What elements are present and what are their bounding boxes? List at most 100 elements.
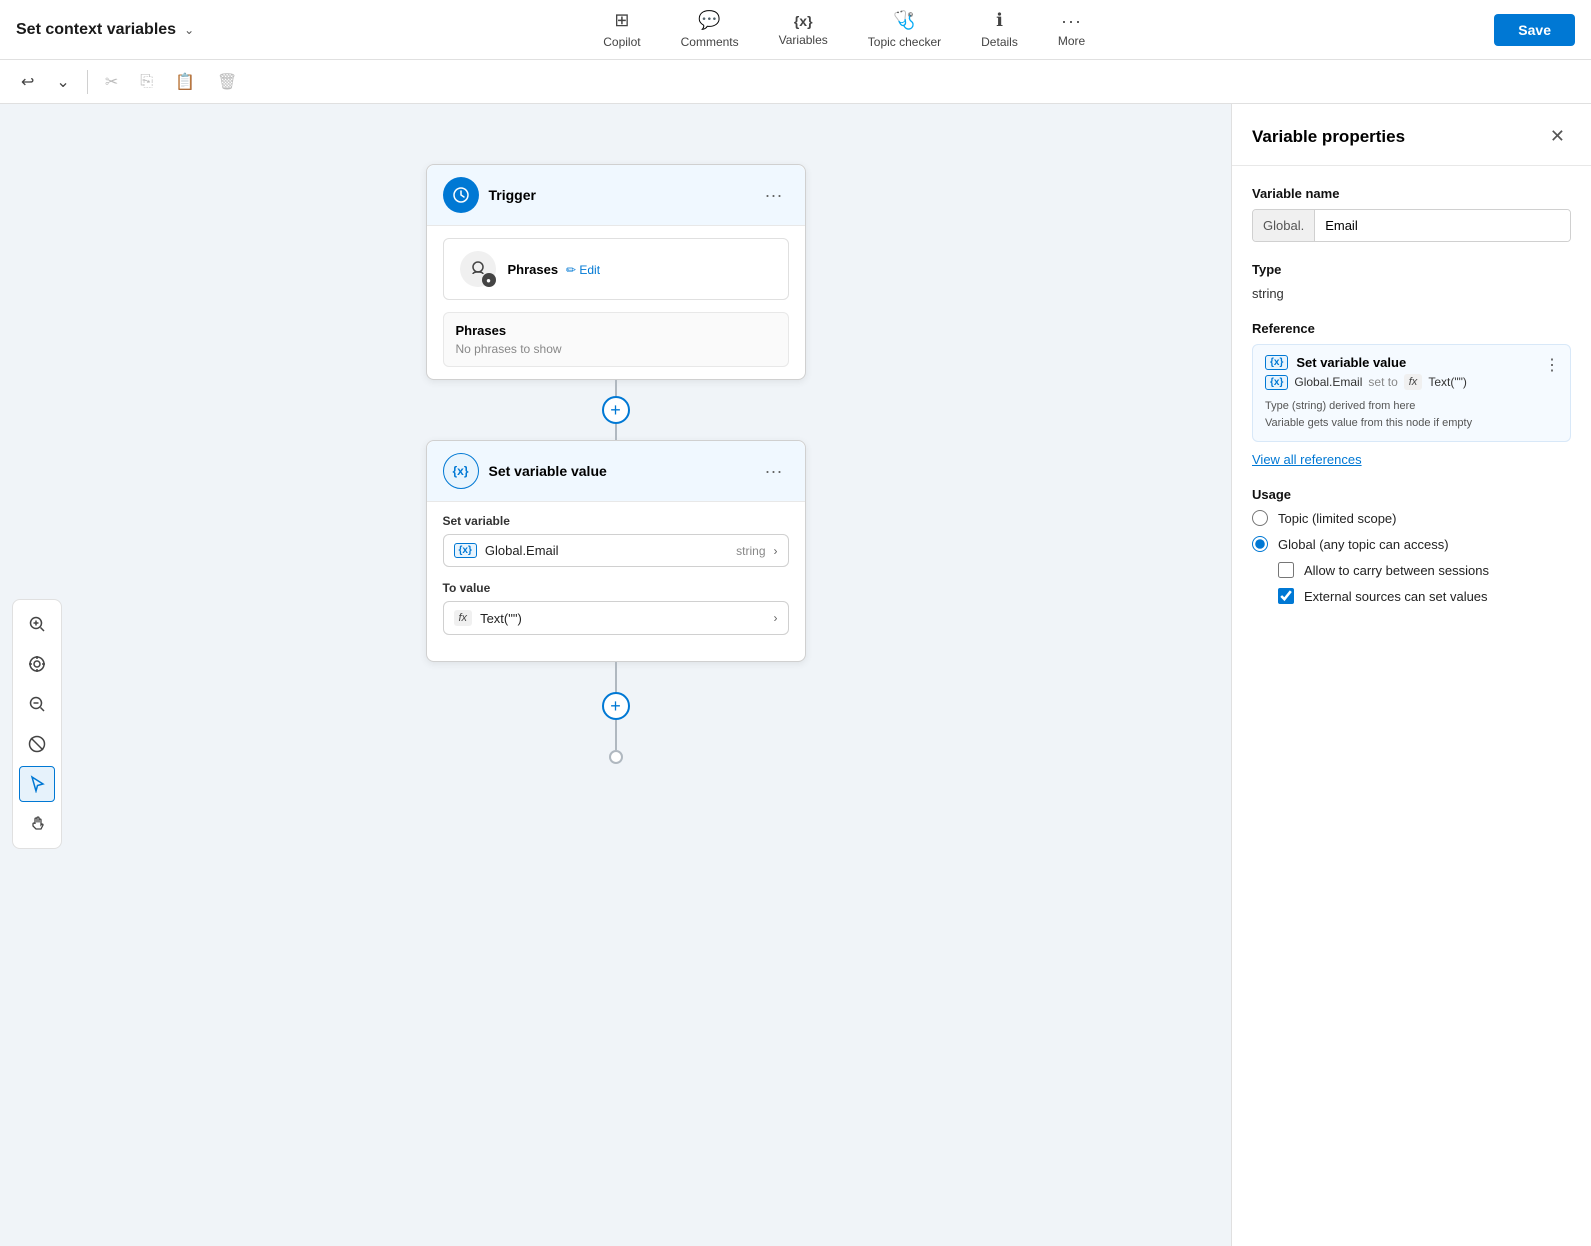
center-button[interactable]: [19, 646, 55, 682]
reference-box: {x} Set variable value ⋮ {x} Global.Emai…: [1252, 344, 1571, 442]
delete-button[interactable]: 🗑: [208, 67, 246, 97]
ref-row: {x} Set variable value ⋮: [1265, 355, 1558, 370]
nav-more-label: More: [1058, 34, 1085, 48]
set-variable-field[interactable]: {x} Global.Email string ›: [443, 534, 789, 567]
edit-link[interactable]: ✏ Edit: [566, 263, 600, 277]
phrases-badge: ●: [482, 273, 496, 287]
to-value-arrow-icon: ›: [774, 611, 778, 625]
var-type-text: string: [736, 544, 765, 558]
canvas: Trigger ··· ● Phrases ✏ Edit: [0, 104, 1231, 1246]
external-checkbox[interactable]: [1278, 588, 1294, 604]
var-name-field-label: Variable name: [1252, 186, 1571, 201]
ref-title: Set variable value: [1296, 355, 1406, 370]
flow-end-circle: [609, 750, 623, 764]
panel-title: Variable properties: [1252, 127, 1405, 147]
usage-label: Usage: [1252, 487, 1571, 502]
ref-note: Type (string) derived from here Variable…: [1265, 398, 1558, 431]
trigger-node: Trigger ··· ● Phrases ✏ Edit: [426, 164, 806, 380]
close-icon: ✕: [1550, 126, 1565, 146]
ref-menu-button[interactable]: ⋮: [1544, 355, 1560, 375]
set-var-body: Set variable {x} Global.Email string › T…: [427, 502, 805, 661]
set-var-header: {x} Set variable value ···: [427, 441, 805, 502]
toolbar: ↩ ⌄ ✂ ⎘ 📋 🗑: [0, 60, 1591, 104]
add-node-button-2[interactable]: +: [602, 692, 630, 720]
nav-copilot-label: Copilot: [603, 35, 640, 49]
set-var-icon: {x}: [443, 453, 479, 489]
to-value-field[interactable]: fx Text("") ›: [443, 601, 789, 635]
global-radio-label: Global (any topic can access): [1278, 537, 1449, 552]
var-name-row: Global.: [1252, 209, 1571, 242]
zoom-in-button[interactable]: [19, 606, 55, 642]
nav-copilot[interactable]: ⊞ Copilot: [599, 2, 644, 57]
phrases-section-title: Phrases: [456, 323, 776, 338]
usage-group: Usage Topic (limited scope) Global (any …: [1252, 487, 1571, 604]
phrases-block: ● Phrases ✏ Edit: [443, 238, 789, 300]
phrases-info: Phrases ✏ Edit: [508, 261, 601, 277]
title-chevron-icon[interactable]: ⌄: [184, 23, 194, 37]
nav-comments[interactable]: 💬 Comments: [677, 2, 743, 57]
nav-variables[interactable]: {x} Variables: [775, 5, 832, 55]
block-button[interactable]: [19, 726, 55, 762]
save-button[interactable]: Save: [1494, 14, 1575, 46]
view-all-references-link[interactable]: View all references: [1252, 452, 1362, 467]
cut-button[interactable]: ✂: [96, 67, 127, 97]
set-var-menu-button[interactable]: ···: [759, 459, 789, 484]
nav-more[interactable]: ··· More: [1054, 3, 1089, 56]
phrases-section: Phrases No phrases to show: [443, 312, 789, 367]
more-icon: ···: [1061, 11, 1082, 32]
var-badge: {x}: [454, 543, 477, 558]
trigger-title: Trigger: [489, 187, 536, 203]
undo-history-button[interactable]: ⌄: [47, 67, 78, 97]
global-radio-row: Global (any topic can access): [1252, 536, 1571, 552]
connector-line-1: [615, 380, 617, 396]
carry-checkbox[interactable]: [1278, 562, 1294, 578]
topic-radio-label: Topic (limited scope): [1278, 511, 1397, 526]
cursor-button[interactable]: [19, 766, 55, 802]
paste-button[interactable]: 📋: [166, 67, 204, 97]
nav-details[interactable]: ℹ Details: [977, 2, 1022, 57]
ref-note-line2: Variable gets value from this node if em…: [1265, 415, 1558, 432]
trigger-icon: [443, 177, 479, 213]
reference-group: Reference {x} Set variable value ⋮ {x} G…: [1252, 321, 1571, 467]
type-group: Type string: [1252, 262, 1571, 301]
ref-fx-badge: fx: [1404, 374, 1423, 390]
phrases-label: Phrases: [508, 262, 559, 277]
copy-button[interactable]: ⎘: [131, 68, 162, 96]
variables-icon: {x}: [794, 13, 813, 29]
flow-end-line: [615, 662, 617, 692]
add-node-button-1[interactable]: +: [602, 396, 630, 424]
external-checkbox-label: External sources can set values: [1304, 589, 1488, 604]
topbar: Set context variables ⌄ ⊞ Copilot 💬 Comm…: [0, 0, 1591, 60]
topbar-left: Set context variables ⌄: [16, 21, 194, 39]
panel-body: Variable name Global. Type string Refere…: [1232, 166, 1591, 644]
topic-radio[interactable]: [1252, 510, 1268, 526]
trigger-header-left: Trigger: [443, 177, 536, 213]
type-value: string: [1252, 286, 1284, 301]
phrases-icon: ●: [460, 251, 496, 287]
flow-container: Trigger ··· ● Phrases ✏ Edit: [426, 164, 806, 764]
var-arrow-icon: ›: [774, 544, 778, 558]
ref-var-name: Global.Email: [1294, 375, 1362, 389]
nav-topic-checker-label: Topic checker: [868, 35, 941, 49]
external-checkbox-row: External sources can set values: [1278, 588, 1571, 604]
trigger-body: ● Phrases ✏ Edit Phrases No phrases to s…: [427, 226, 805, 379]
topic-radio-row: Topic (limited scope): [1252, 510, 1571, 526]
page-title: Set context variables: [16, 21, 176, 39]
reference-label: Reference: [1252, 321, 1571, 336]
ref-inner-badge: {x}: [1265, 375, 1288, 390]
var-name-input[interactable]: [1315, 210, 1570, 241]
left-tools: [12, 599, 62, 849]
var-prefix-label: Global.: [1253, 210, 1315, 241]
trigger-menu-button[interactable]: ···: [759, 183, 789, 208]
zoom-out-button[interactable]: [19, 686, 55, 722]
toolbar-separator: [87, 70, 88, 94]
undo-button[interactable]: ↩: [12, 67, 43, 97]
topic-checker-icon: 🩺: [893, 10, 915, 31]
panel-close-button[interactable]: ✕: [1544, 124, 1571, 149]
phrases-empty-text: No phrases to show: [456, 342, 776, 356]
flow-end-line-2: [615, 720, 617, 750]
connector-1: +: [602, 380, 630, 440]
global-radio[interactable]: [1252, 536, 1268, 552]
nav-topic-checker[interactable]: 🩺 Topic checker: [864, 2, 945, 57]
hand-button[interactable]: [19, 806, 55, 842]
